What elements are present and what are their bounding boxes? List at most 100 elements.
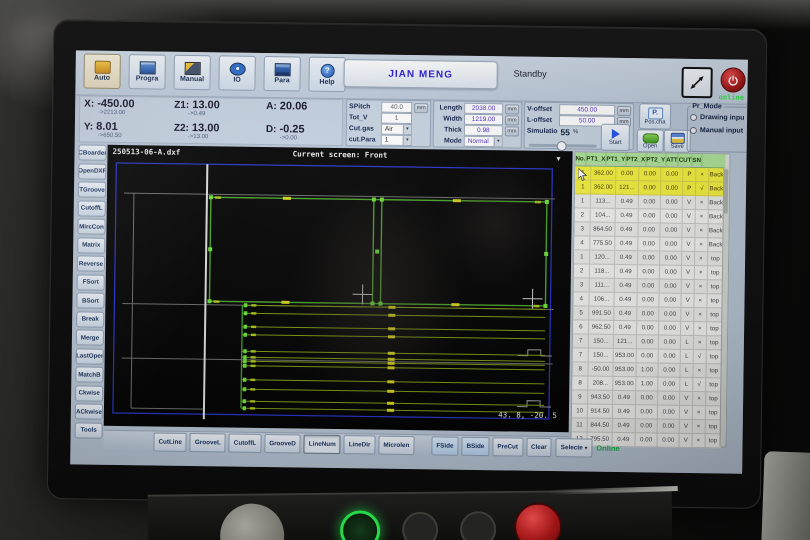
param-row: Mode Normal ▾ [436,135,519,147]
sidebar-item[interactable]: Merge [76,329,104,345]
column-header: CUT [679,154,693,167]
sidebar-item[interactable]: FSort [77,274,105,290]
sidebar-item[interactable]: CBoarder [78,144,106,160]
bottombar-button[interactable]: Microlen [378,436,414,455]
monitor-bezel: Auto Progra Manual [47,19,768,509]
console-button-dark[interactable] [402,512,438,540]
sidebar-item[interactable]: TGroove [78,181,106,197]
sidebar-item[interactable]: Break [76,311,104,327]
axis-readout: A: 20.06 [266,100,346,124]
cutting-params-group: SPitch 40.0 ▾ mm Tot_V 1 ▾ [346,99,432,147]
param-field[interactable]: 1219.00 ▾ [464,114,503,126]
sidebar-item[interactable]: MircCon [77,218,105,234]
unit-chip: mm [505,126,519,136]
screen: Auto Progra Manual [70,50,748,473]
sidebar-item[interactable]: Reverse [77,255,105,271]
bottombar-button[interactable]: GrooveD [264,434,301,454]
sidebar-item[interactable]: MatchB [75,366,103,382]
chevron-down-icon: ▾ [585,445,588,451]
manual-icon [184,62,200,75]
toolbar-button[interactable]: Progra [128,54,165,90]
sidebar-item[interactable]: Tools [75,422,103,438]
cad-drawing [104,145,573,432]
column-header: SN [692,154,702,167]
console-button-red[interactable] [514,502,563,540]
sidebar-item[interactable]: Matrix [77,237,105,253]
drawing-canvas[interactable]: 250513-06-A.dxf Current screen: Front 43… [104,145,573,432]
simulate-slider[interactable] [529,144,597,148]
offset-params-group: V-offset 450.00 mm L-offset 50.00 mm Sim… [524,102,635,151]
bottombar-right: Clear Selecte▾ Online [526,438,624,458]
machine-console [148,489,673,540]
column-header: ATT [666,154,679,167]
machine-status: Standby [514,68,547,78]
chevron-down-icon: ▾ [403,125,411,134]
unit-chip: mm [505,104,519,114]
sidebar-item[interactable]: CutoffL [78,200,106,216]
console-button-green[interactable] [340,510,380,540]
bottombar-button[interactable]: CutoffL [229,434,262,453]
chevron-down-icon: ▾ [494,137,502,146]
parameter-panel: X: -450.00 ->2213.00 Z1: 13.00 ->0.49 A:… [79,94,744,152]
unit-chip: mm [617,105,631,115]
param-field[interactable]: 0.98 ▾ [464,125,503,137]
console-knob-gray[interactable] [220,503,285,540]
scrollbar-thumb[interactable] [724,169,729,213]
toolbar-button[interactable]: Help [308,57,345,93]
toolbar-button[interactable]: IO [218,55,255,91]
power-button[interactable] [720,67,745,92]
pos-change-button[interactable]: P. Pos.cha [639,103,671,129]
column-header: No. [575,152,586,165]
sidebar-item[interactable]: BSort [76,292,104,308]
param-field[interactable]: 2038.00 ▾ [464,103,503,115]
console-button-dark[interactable] [460,511,496,540]
param-field[interactable]: 40.0 ▾ [381,102,412,113]
online-status: Online [596,444,619,453]
bottombar-button[interactable]: PreCut [492,437,523,456]
axis-readout: D: -0.25 ->0.00 [266,123,346,147]
background-object [761,451,810,540]
param-field[interactable]: 1 ▾ [381,113,412,124]
open-file-icon [642,133,658,143]
param-field[interactable]: Air ▾ [381,124,412,135]
param-field[interactable]: Normal ▾ [464,136,503,148]
sidebar-item[interactable]: ACkwise [75,403,103,419]
slider-thumb[interactable] [557,141,567,151]
radio-option[interactable]: Manual input [690,124,746,138]
photo-background: Auto Progra Manual [0,0,810,540]
segment-table: No.PT1_XPT1_YPT2_XPT2_YATTCUTSN 1 362.00… [570,151,730,447]
column-header: PT2_X [626,153,646,166]
column-header: PT2_Y [646,153,666,166]
toolbar-button[interactable]: Auto [83,53,120,89]
bottombar-button[interactable]: BSide [461,437,489,456]
toolbar-button[interactable]: Manual [173,55,210,91]
power-icon [727,73,740,86]
clear-button[interactable]: Clear [526,438,552,457]
start-button[interactable]: Start [601,124,630,151]
unit-chip: mm [505,115,519,125]
program-mode-title: Pr_Mode [690,103,724,110]
toolbar-button[interactable]: Para [263,56,300,92]
main-menu: Auto Progra Manual [83,53,345,92]
restore-window-button[interactable] [681,67,712,98]
radio-icon [690,127,697,134]
sidebar-item[interactable]: OpenDXF [78,163,106,179]
bottombar-button[interactable]: FSide [431,436,458,455]
play-icon [611,129,619,139]
para-icon [274,63,290,76]
bottombar-button[interactable]: GrooveL [190,433,226,452]
bottombar-button[interactable]: CutLine [153,432,187,451]
table-body: 1 362.00 0.00 0.00 0.00 P × Back 1 36 [571,166,729,448]
app-title: JIAN MENG [343,59,497,89]
param-field[interactable]: 1 ▾ [381,135,412,146]
open-button[interactable]: Open [637,129,664,152]
radio-option[interactable]: Drawing inpu [690,111,746,125]
param-field[interactable]: 450.00 [559,104,615,116]
sidebar-item[interactable]: LastOper [76,348,104,364]
program-mode-options: Drawing inpu Manual input [690,111,746,138]
sidebar-item[interactable]: Ckwise [75,385,103,401]
bottombar-button[interactable]: LineNum [304,435,341,455]
select-dropdown[interactable]: Selecte▾ [556,438,593,458]
bottombar-button[interactable]: LineDir [344,435,376,454]
unit-chip: mm [414,103,428,113]
